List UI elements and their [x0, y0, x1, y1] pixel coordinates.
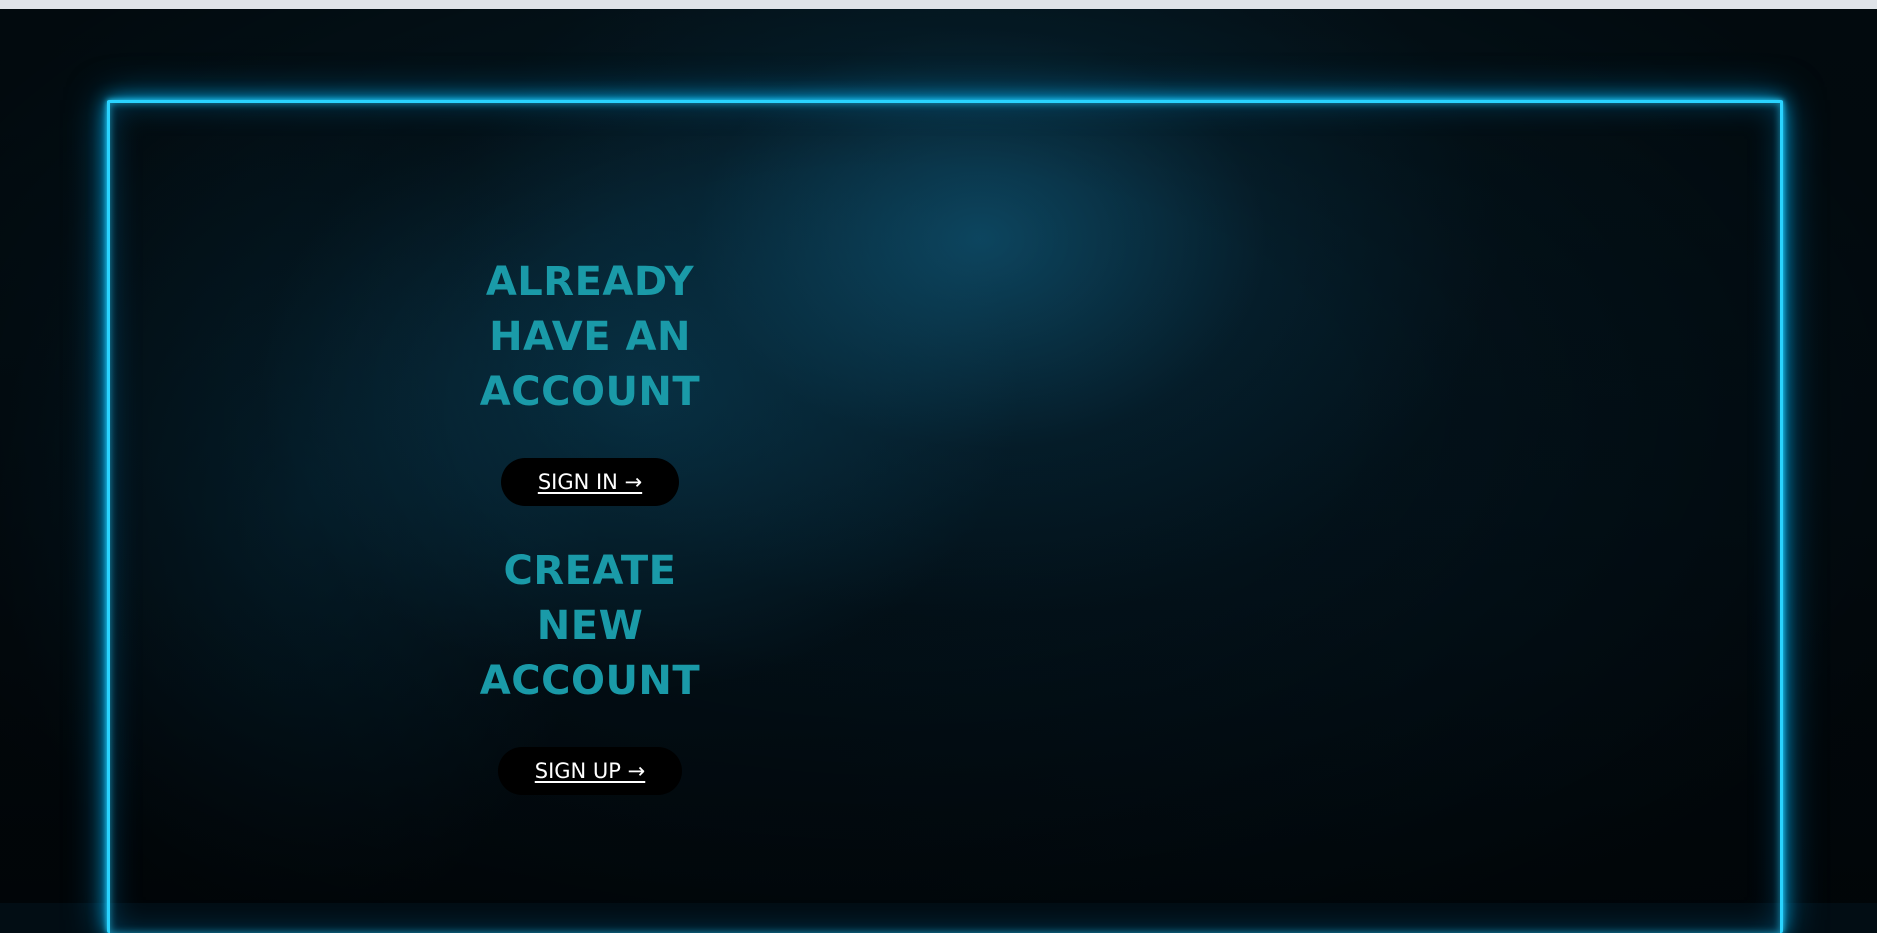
neon-border-frame — [107, 100, 1783, 933]
auth-options-panel: ALREADY HAVE AN ACCOUNT SIGN IN → CREATE… — [470, 255, 710, 795]
signup-heading: CREATE NEW ACCOUNT — [479, 548, 701, 704]
browser-top-strip — [0, 0, 1877, 9]
signin-heading: ALREADY HAVE AN ACCOUNT — [479, 259, 701, 415]
sign-in-button[interactable]: SIGN IN → — [500, 458, 680, 506]
sign-up-button[interactable]: SIGN UP → — [497, 747, 683, 795]
